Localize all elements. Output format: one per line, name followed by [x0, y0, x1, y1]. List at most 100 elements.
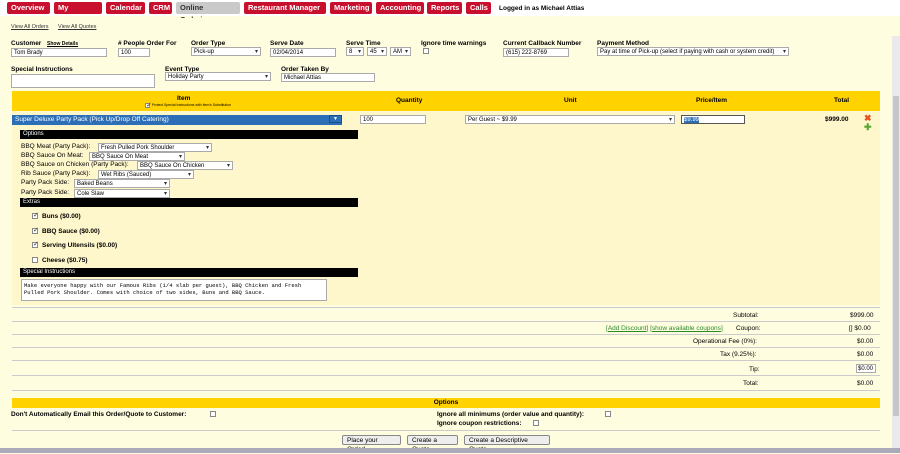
show-coupons-link[interactable]: show available coupons	[652, 325, 721, 332]
items-header: Item Protect Special Instructions with I…	[12, 91, 880, 111]
unit-column-header: Unit	[564, 97, 577, 104]
discount-links: [Add Discount] [show available coupons]	[606, 325, 723, 332]
extra-checkbox-cheese[interactable]	[32, 257, 38, 263]
total-label: Total:	[743, 380, 759, 387]
tab-reports[interactable]: Reports	[427, 2, 462, 14]
totals-divider	[12, 307, 880, 308]
tax-value: $0.00	[857, 351, 874, 358]
extra-checkbox-bbq-sauce[interactable]	[32, 226, 39, 234]
option-select-rib-sauce[interactable]: Wet Ribs (Sauced)	[98, 170, 194, 179]
extra-checkbox-buns[interactable]	[32, 211, 39, 219]
show-details-link[interactable]: Show Details	[47, 41, 78, 47]
subtotal-label: Subtotal:	[733, 312, 759, 319]
total-column-header: Total	[834, 97, 850, 104]
sub-nav: View All Orders View All Quotes	[0, 18, 900, 34]
customer-label: Customer	[11, 40, 42, 47]
callback-field[interactable]: (615) 222-8769	[503, 48, 569, 57]
ignore-time-checkbox[interactable]	[423, 48, 429, 54]
quantity-column-header: Quantity	[396, 97, 423, 104]
option-select-side-1[interactable]: Baked Beans	[74, 179, 170, 188]
tab-online-ordering[interactable]: Online Ordering	[176, 2, 240, 24]
option-label-rib-sauce: Rib Sauce (Party Pack):	[21, 170, 91, 177]
special-instructions-field[interactable]	[11, 74, 155, 88]
item-select[interactable]: Super Deluxe Party Pack (Pick Up/Drop Of…	[12, 115, 342, 125]
serve-minute-select[interactable]: 45	[367, 47, 387, 56]
extra-label-utensils: Serving Ultensils ($0.00)	[42, 242, 118, 249]
chevron-down-icon: ▼	[333, 116, 338, 122]
tab-restaurant-manager[interactable]: Restaurant Manager	[244, 2, 326, 14]
totals-divider	[12, 347, 880, 348]
item-dropdown-arrow[interactable]: ▼	[329, 115, 342, 123]
serve-date-label: Serve Date	[270, 40, 304, 47]
coupon-label: Coupon:	[736, 325, 761, 332]
option-label-bbq-meat: BBQ Meat (Party Pack):	[21, 143, 91, 150]
create-descriptive-quote-button[interactable]: Create a Descriptive Quote	[464, 435, 550, 453]
options-bar: Options	[20, 130, 358, 139]
protect-instructions-checkbox[interactable]	[145, 101, 152, 109]
coupon-value: [] $0.00	[849, 325, 871, 332]
serve-time-label: Serve Time	[346, 40, 381, 47]
item-price-field[interactable]: $9.99	[681, 115, 745, 124]
order-type-select[interactable]: Pick-up	[191, 47, 261, 56]
event-type-select[interactable]: Holiday Party	[165, 72, 271, 81]
ignore-minimums-checkbox[interactable]	[605, 411, 611, 417]
place-order-button[interactable]: Place your Order!	[342, 435, 401, 453]
create-quote-button[interactable]: Create a Quote	[407, 435, 458, 453]
page-scrollbar[interactable]	[892, 36, 900, 453]
item-column-header: Item	[177, 95, 191, 102]
option-select-bbq-meat[interactable]: Fresh Pulled Pork Shoulder	[98, 143, 212, 152]
taken-by-field[interactable]: Michael Attias	[281, 73, 375, 82]
view-all-quotes-link[interactable]: View All Quotes	[58, 24, 96, 30]
option-select-bbq-sauce-meat[interactable]: BBQ Sauce On Meat	[89, 152, 185, 161]
item-quantity-field[interactable]: 100	[360, 115, 426, 124]
tip-label: Tip:	[749, 366, 760, 373]
tab-calendar[interactable]: Calendar	[106, 2, 145, 14]
tab-crm[interactable]: CRM	[149, 2, 172, 14]
serve-hour-select[interactable]: 8	[346, 47, 364, 56]
item-price-selected: $9.99	[684, 117, 700, 123]
item-total: $999.00	[825, 116, 849, 123]
fee-value: $0.00	[857, 338, 874, 345]
option-label-side-2: Party Pack Side:	[21, 189, 70, 196]
item-unit-select[interactable]: Per Guest ~ $9.99	[465, 115, 675, 124]
logged-in-label: Logged in as Michael Attias	[499, 5, 585, 12]
totals-divider	[12, 390, 880, 391]
people-field[interactable]: 100	[118, 48, 150, 57]
serve-ampm-select[interactable]: AM	[390, 47, 411, 56]
option-label-bbq-sauce-meat: BBQ Sauce On Meat:	[21, 152, 84, 159]
tip-field[interactable]: $0.00	[856, 364, 876, 373]
serve-date-field[interactable]: 02/04/2014	[270, 48, 336, 57]
option-select-side-2[interactable]: Cole Slaw	[74, 189, 170, 198]
price-column-header: Price/Item	[696, 97, 728, 104]
totals-divider	[12, 375, 880, 376]
tab-calls[interactable]: Calls	[466, 2, 491, 14]
item-special-instructions-field[interactable]: Make everyone happy with our Famous Ribs…	[21, 279, 327, 301]
scrollbar-thumb[interactable]	[893, 96, 899, 416]
tab-accounting[interactable]: Accounting	[376, 2, 424, 14]
totals-divider	[12, 360, 880, 361]
item-select-value: Super Deluxe Party Pack (Pick Up/Drop Of…	[15, 116, 169, 123]
extra-label-buns: Buns ($0.00)	[42, 213, 81, 220]
payment-select[interactable]: Pay at time of Pick-up (select if paying…	[597, 47, 789, 56]
tab-overview[interactable]: Overview	[7, 2, 50, 14]
totals-divider	[12, 334, 880, 335]
payment-label: Payment Method	[597, 40, 650, 47]
tab-marketing[interactable]: Marketing	[330, 2, 372, 14]
customer-field[interactable]: Tom Brady	[11, 48, 107, 57]
protect-instructions-label: Protect Special Instructions with Item's…	[152, 103, 232, 107]
option-select-bbq-sauce-chicken[interactable]: BBQ Sauce On Chicken	[137, 161, 233, 170]
tab-my-account[interactable]: My Account	[54, 2, 102, 24]
fee-label: Operational Fee (0%):	[693, 338, 757, 345]
os-taskbar	[0, 448, 900, 453]
ignore-coupon-checkbox[interactable]	[533, 420, 539, 426]
extra-checkbox-utensils[interactable]	[32, 240, 39, 248]
add-item-icon[interactable]: ✚	[864, 122, 872, 133]
total-value: $0.00	[857, 380, 874, 387]
add-discount-link[interactable]: Add Discount	[608, 325, 647, 332]
no-email-checkbox[interactable]	[210, 411, 216, 417]
special-instructions-bar: Special Instructions	[20, 268, 358, 277]
view-all-orders-link[interactable]: View All Orders	[11, 24, 49, 30]
option-label-side-1: Party Pack Side:	[21, 179, 70, 186]
totals-divider	[12, 321, 880, 322]
no-email-label: Don't Automatically Email this Order/Quo…	[11, 411, 187, 418]
